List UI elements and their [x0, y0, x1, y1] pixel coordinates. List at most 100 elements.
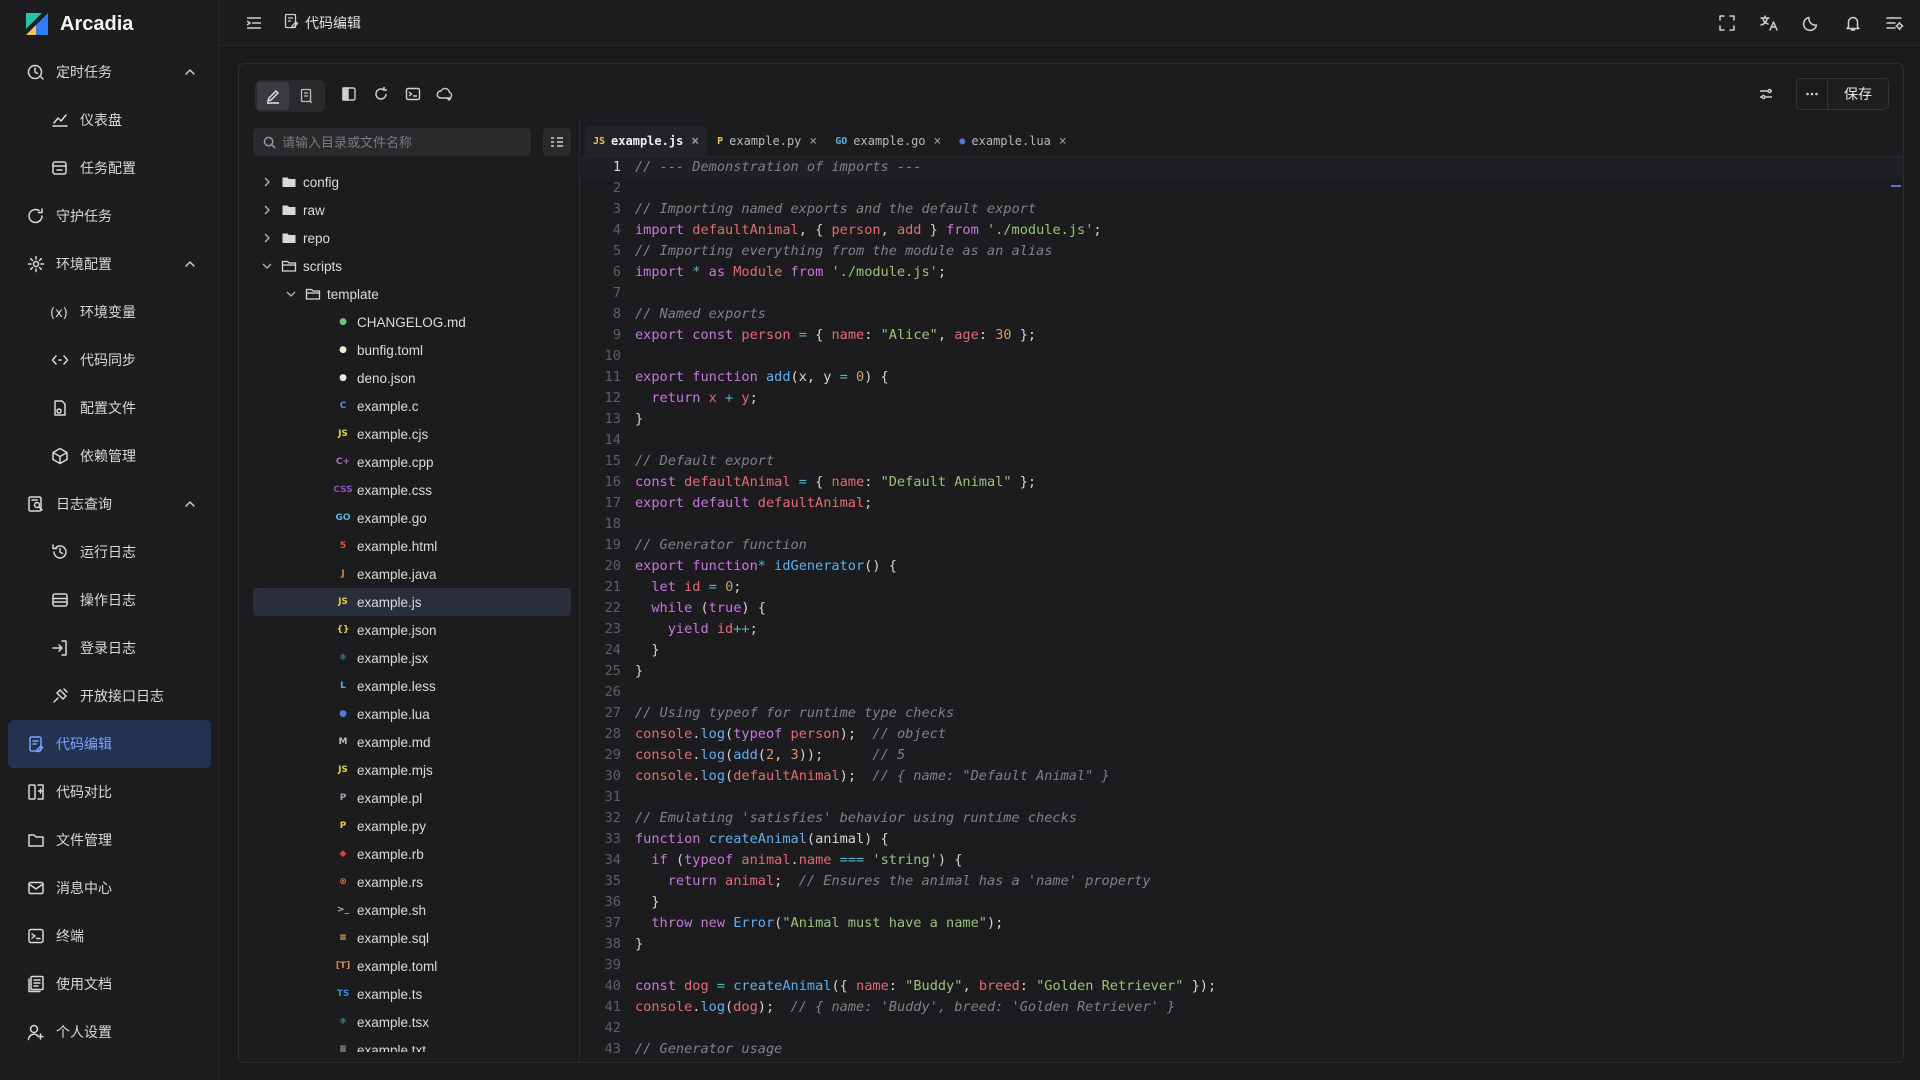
close-icon[interactable]: ×: [809, 134, 817, 149]
code-token: add: [896, 222, 922, 238]
code-area[interactable]: 1// --- Demonstration of imports --- 2 3//…: [581, 156, 1903, 1062]
cloud-icon: [436, 87, 453, 101]
chevron-up-icon[interactable]: [183, 65, 197, 79]
chevron-right-icon[interactable]: [261, 176, 273, 188]
collapse-all-button[interactable]: [543, 128, 571, 156]
chevron-up-icon[interactable]: [183, 497, 197, 511]
sidebar-item[interactable]: (x) 环境变量: [0, 288, 219, 336]
tree-file[interactable]: C+ example.cpp: [253, 448, 571, 476]
tree-file[interactable]: Pexample.pl: [253, 784, 571, 812]
tree-file[interactable]: ⚛ example.jsx: [253, 644, 571, 672]
line-number: 40: [604, 978, 621, 994]
moon-icon[interactable]: [1800, 12, 1822, 34]
sidebar-item[interactable]: 仪表盘: [0, 96, 219, 144]
sidebar-item[interactable]: 守护任务: [0, 192, 219, 240]
tree-file[interactable]: Jexample.java: [253, 560, 571, 588]
tree-file[interactable]: {} example.json: [253, 616, 571, 644]
edit-mode-button[interactable]: [257, 82, 289, 110]
sidebar-item[interactable]: 个人设置: [0, 1008, 219, 1056]
chevron-right-icon[interactable]: [261, 204, 273, 216]
line-number: 20: [604, 558, 621, 574]
chevron-down-icon[interactable]: [261, 260, 273, 272]
ruby-icon: ◆: [339, 849, 347, 859]
python-icon: P: [717, 135, 724, 147]
tree-file[interactable]: ◆ example.rb: [253, 840, 571, 868]
tree-file[interactable]: JS example.js: [253, 588, 571, 616]
tree-file[interactable]: ● deno.json: [253, 364, 571, 392]
sidebar-item[interactable]: 登录日志: [0, 624, 219, 672]
sidebar-item[interactable]: 文件管理: [0, 816, 219, 864]
chevron-right-icon[interactable]: [261, 232, 273, 244]
chevron-down-icon[interactable]: [285, 288, 297, 300]
sidebar-item[interactable]: 开放接口日志: [0, 672, 219, 720]
tree-file[interactable]: ⚛ example.tsx: [253, 1008, 571, 1036]
close-icon[interactable]: ×: [691, 134, 699, 149]
tree-file[interactable]: Mexample.md: [253, 728, 571, 756]
sidebar-item[interactable]: 操作日志: [0, 576, 219, 624]
cloud-sync-button[interactable]: [435, 82, 455, 106]
close-icon[interactable]: ×: [934, 134, 942, 149]
save-button[interactable]: 保存: [1828, 78, 1889, 110]
tree-file[interactable]: Pexample.py: [253, 812, 571, 840]
tree-file[interactable]: ● example.lua: [253, 700, 571, 728]
file-search-input[interactable]: [282, 134, 522, 150]
editor-tab[interactable]: GO example.go ×: [827, 126, 949, 156]
tree-folder[interactable]: config: [253, 168, 571, 196]
code-text: console.log(dog); // { name: 'Buddy', br…: [635, 997, 1175, 1018]
preview-mode-button[interactable]: [291, 82, 323, 110]
tree-folder[interactable]: template: [253, 280, 571, 308]
tree-file[interactable]: ● bunfig.toml: [253, 336, 571, 364]
editor-tab[interactable]: ● example.lua ×: [951, 126, 1074, 156]
sidebar-item[interactable]: 日志查询: [0, 480, 219, 528]
fullscreen-icon[interactable]: [1716, 12, 1738, 34]
tree-file[interactable]: JS example.mjs: [253, 756, 571, 784]
refresh-button[interactable]: [371, 82, 391, 106]
menu-toggle-icon[interactable]: [243, 12, 265, 34]
sidebar-item[interactable]: 代码编辑: [8, 720, 211, 768]
toggle-sidebar-button[interactable]: [339, 82, 359, 106]
code-token: animal: [741, 852, 791, 868]
sidebar-item[interactable]: 环境配置: [0, 240, 219, 288]
sidebar-item[interactable]: 依赖管理: [0, 432, 219, 480]
sidebar-item[interactable]: 运行日志: [0, 528, 219, 576]
tree-file[interactable]: Cexample.c: [253, 392, 571, 420]
more-button[interactable]: [1796, 78, 1828, 110]
sidebar-item[interactable]: 消息中心: [0, 864, 219, 912]
run-terminal-button[interactable]: [403, 82, 423, 106]
tree-file[interactable]: 5 example.html: [253, 532, 571, 560]
line-number: 3: [612, 201, 621, 217]
sidebar-item[interactable]: 定时任务: [0, 48, 219, 96]
chevron-up-icon[interactable]: [183, 257, 197, 271]
tree-file[interactable]: GO example.go: [253, 504, 571, 532]
tree-file[interactable]: ≣ example.txt: [253, 1036, 571, 1053]
editor-tab[interactable]: Pexample.py ×: [709, 126, 825, 156]
editor-tab[interactable]: JS example.js ×: [585, 126, 708, 156]
tree-file[interactable]: CSS example.css: [253, 476, 571, 504]
tree-file[interactable]: TS example.ts: [253, 980, 571, 1008]
layout-settings-icon[interactable]: [1884, 12, 1906, 34]
tree-folder[interactable]: raw: [253, 196, 571, 224]
tree-file[interactable]: ≡ example.sql: [253, 924, 571, 952]
editor-settings-button[interactable]: [1750, 78, 1782, 110]
sidebar-item[interactable]: 终端: [0, 912, 219, 960]
tree-file[interactable]: ● CHANGELOG.md: [253, 308, 571, 336]
tree-file[interactable]: [T] example.toml: [253, 952, 571, 980]
tree-folder[interactable]: repo: [253, 224, 571, 252]
sidebar-item[interactable]: 代码同步: [0, 336, 219, 384]
bell-icon[interactable]: [1842, 12, 1864, 34]
code-line: 31: [581, 787, 1903, 808]
code-token: (x, y: [790, 369, 840, 385]
translate-icon[interactable]: [1758, 12, 1780, 34]
tree-file[interactable]: >_ example.sh: [253, 896, 571, 924]
sidebar-item[interactable]: 任务配置: [0, 144, 219, 192]
tree-file[interactable]: JS example.cjs: [253, 420, 571, 448]
tree-file[interactable]: ⊗ example.rs: [253, 868, 571, 896]
brand[interactable]: Arcadia: [0, 0, 219, 48]
tree-file[interactable]: Lexample.less: [253, 672, 571, 700]
sidebar-item[interactable]: 代码对比: [0, 768, 219, 816]
tree-folder[interactable]: scripts: [253, 252, 571, 280]
sidebar-item[interactable]: 使用文档: [0, 960, 219, 1008]
panel-divider[interactable]: [579, 120, 580, 1062]
sidebar-item[interactable]: 配置文件: [0, 384, 219, 432]
close-icon[interactable]: ×: [1059, 134, 1067, 149]
